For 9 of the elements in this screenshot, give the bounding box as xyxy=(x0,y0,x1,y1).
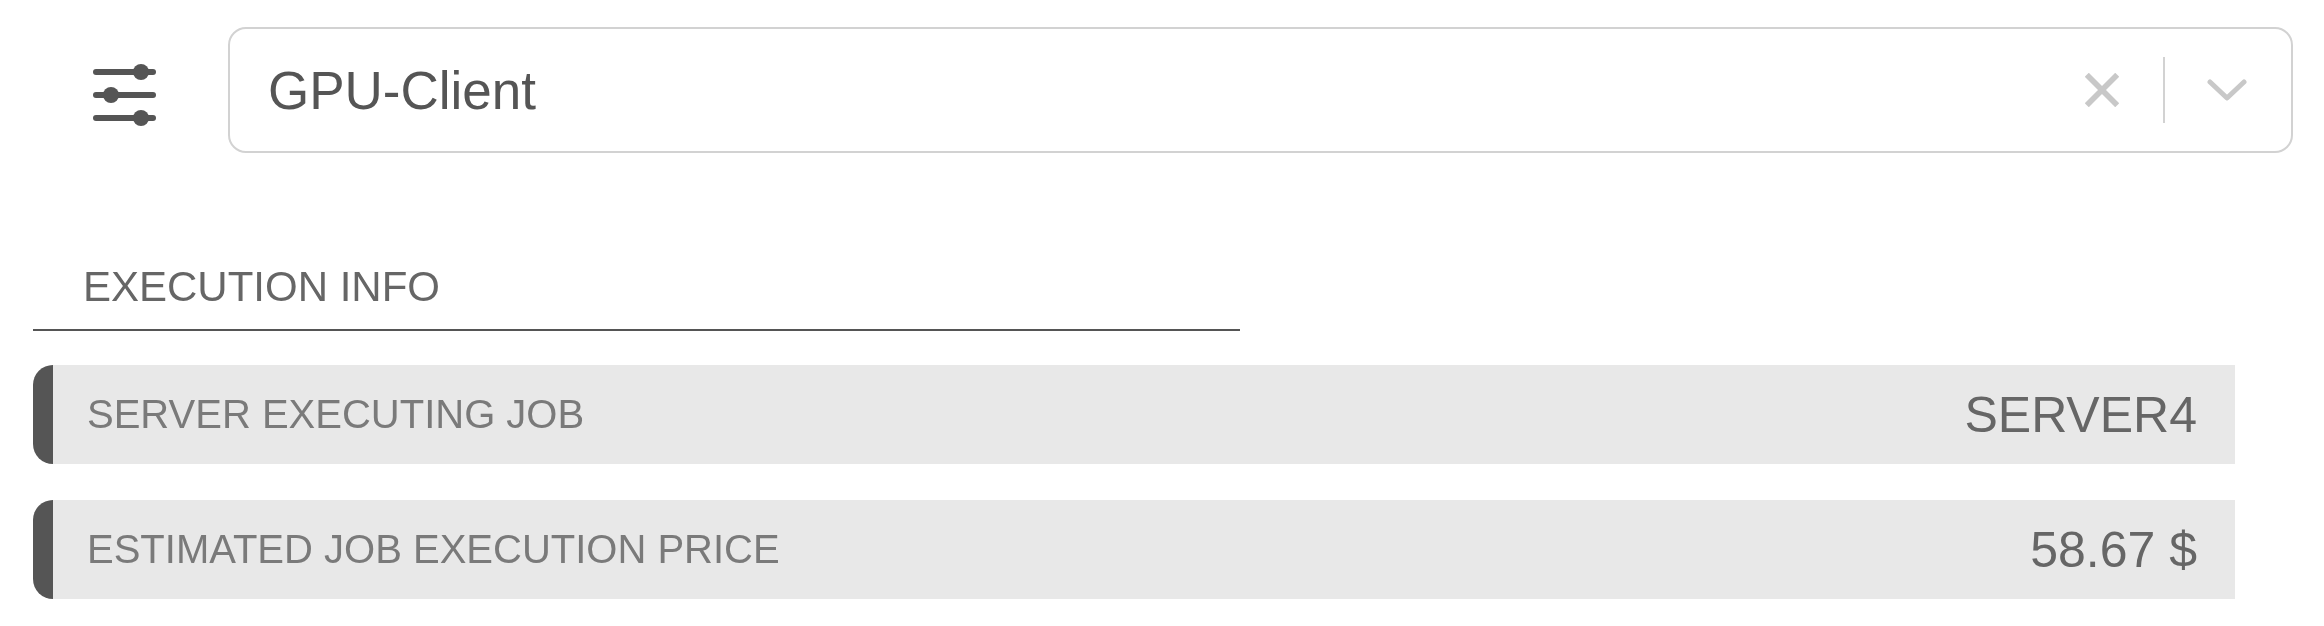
info-value: 58.67 $ xyxy=(2030,520,2197,579)
info-value: SERVER4 xyxy=(1964,385,2197,444)
select-field[interactable]: GPU-Client xyxy=(228,27,2293,153)
section-heading: EXECUTION INFO xyxy=(33,263,1240,331)
info-label: ESTIMATED JOB EXECUTION PRICE xyxy=(87,527,780,572)
info-label: SERVER EXECUTING JOB xyxy=(87,392,585,437)
sliders-icon[interactable] xyxy=(93,63,157,127)
close-icon[interactable] xyxy=(2085,73,2119,107)
chevron-down-icon[interactable] xyxy=(2207,79,2247,101)
